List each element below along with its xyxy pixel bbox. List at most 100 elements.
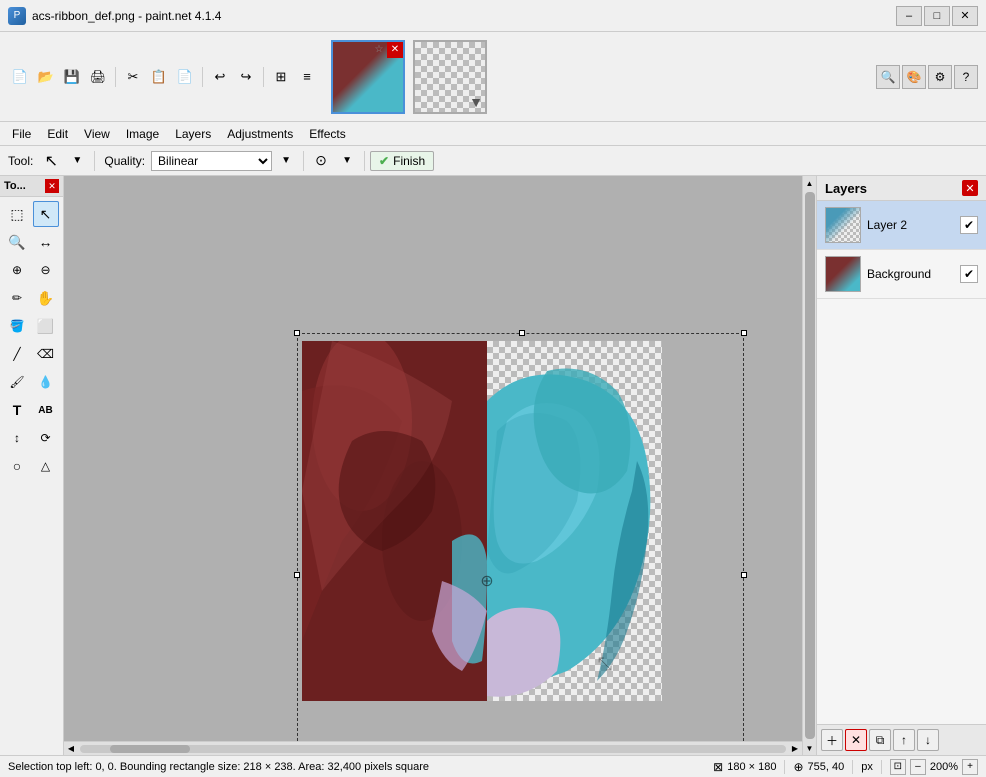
layers-list: Layer 2 ✔ Background ✔	[817, 201, 986, 724]
layer-item-1[interactable]: Background ✔	[817, 250, 986, 299]
toolbar-redo[interactable]: ↪	[234, 65, 258, 89]
ribbon-svg	[487, 341, 662, 701]
layer-name-1: Background	[867, 267, 954, 281]
document-thumbnail[interactable]: ✕ ☆	[331, 40, 405, 114]
zoom-fit-btn[interactable]: ⊡	[890, 759, 906, 775]
menu-view[interactable]: View	[76, 125, 118, 143]
layer-item-0[interactable]: Layer 2 ✔	[817, 201, 986, 250]
horizontal-scrollbar[interactable]: ◀ ▶	[64, 741, 802, 755]
toolbar-more[interactable]: ≡	[295, 65, 319, 89]
tool-pencil[interactable]: ✏	[4, 285, 30, 311]
current-tool-btn[interactable]: ↖	[39, 149, 63, 173]
toolbar-copy[interactable]: 📋	[147, 65, 171, 89]
layer-visibility-1[interactable]: ✔	[960, 265, 978, 283]
toolbar-paste[interactable]: 📄	[173, 65, 197, 89]
tool-zoom[interactable]: 🔍	[4, 229, 30, 255]
tool-move-selection[interactable]: ↕	[4, 425, 30, 451]
menu-effects[interactable]: Effects	[301, 125, 353, 143]
zoom-in-status[interactable]: +	[962, 759, 978, 775]
finish-button[interactable]: ✔ Finish	[370, 151, 434, 171]
document-thumbnail-2[interactable]: ▼	[413, 40, 487, 114]
zoom-controls-btn[interactable]: 🔍	[876, 65, 900, 89]
toolbar-cut[interactable]: ✂	[121, 65, 145, 89]
layers-panel: Layers ✕ Layer 2 ✔ Background ✔ ＋	[816, 176, 986, 755]
thumbnail-bar: 📄 📂 💾 🖨 ✂ 📋 📄 ↩ ↪ ⊞ ≡ ✕ ☆ ▼	[0, 32, 986, 122]
thumbnail-close[interactable]: ✕	[387, 42, 403, 58]
minimize-button[interactable]: –	[896, 6, 922, 26]
tools-close-btn[interactable]: ✕	[45, 179, 59, 193]
toolbar-print[interactable]: 🖨	[86, 65, 110, 89]
menu-file[interactable]: File	[4, 125, 39, 143]
antialiasing-btn[interactable]: ⊙	[309, 149, 333, 173]
handle-tm	[519, 330, 525, 336]
thumbnail-star[interactable]: ☆	[371, 42, 387, 58]
layer-thumb-0	[825, 207, 861, 243]
layer-thumb-1	[825, 256, 861, 292]
duplicate-layer-btn[interactable]: ⧉	[869, 729, 891, 751]
handle-ml	[294, 572, 300, 578]
handle-mr	[741, 572, 747, 578]
tool-clone-stamp[interactable]: ⟳	[33, 425, 59, 451]
app-icon: P	[8, 7, 26, 25]
effects-btn[interactable]: ⚙	[928, 65, 952, 89]
quality-select[interactable]: Bilinear Nearest Neighbor Bicubic	[151, 151, 272, 171]
tool-zoom-in[interactable]: ⊕	[4, 257, 30, 283]
move-center-icon: ⊕	[480, 571, 493, 591]
layer-thumbnail-bg	[826, 257, 860, 291]
maximize-button[interactable]: □	[924, 6, 950, 26]
tool-pan[interactable]: ↔	[33, 229, 59, 255]
canvas-area[interactable]: ⊕ ⤡ ◀ ▶	[64, 176, 802, 755]
menu-adjustments[interactable]: Adjustments	[219, 125, 301, 143]
tool-zoom-out[interactable]: ⊖	[33, 257, 59, 283]
image-size-text: 180 × 180	[727, 761, 776, 773]
scroll-h-thumb[interactable]	[110, 745, 190, 753]
scroll-down-btn[interactable]: ▼	[803, 741, 817, 755]
tool-label: Tool:	[4, 154, 37, 168]
tool-lasso[interactable]: △	[33, 453, 59, 479]
tool-text[interactable]: T	[4, 397, 30, 423]
tool-brush[interactable]: 🖌	[4, 369, 30, 395]
help-btn[interactable]: ?	[954, 65, 978, 89]
menu-image[interactable]: Image	[118, 125, 167, 143]
tool-ellipse[interactable]: ○	[4, 453, 30, 479]
canvas-content: ⊕	[302, 341, 742, 755]
scroll-v-thumb[interactable]	[805, 192, 815, 739]
finish-label: Finish	[393, 154, 425, 168]
artwork-container	[302, 341, 662, 701]
color-btn[interactable]: 🎨	[902, 65, 926, 89]
toolbar-new[interactable]: 📄	[8, 65, 32, 89]
tool-hand[interactable]: ✋	[33, 285, 59, 311]
menu-edit[interactable]: Edit	[39, 125, 76, 143]
aa-dropdown[interactable]: ▼	[335, 149, 359, 173]
scroll-up-btn[interactable]: ▲	[803, 176, 817, 190]
tool-fill[interactable]: 🪣	[4, 313, 30, 339]
tool-dropdown[interactable]: ▼	[65, 149, 89, 173]
handle-tr	[741, 330, 747, 336]
tool-move[interactable]: ↖	[33, 201, 59, 227]
scroll-right-btn[interactable]: ▶	[788, 742, 802, 756]
tool-dropper[interactable]: 💧	[33, 369, 59, 395]
tool-shape[interactable]: ⬜	[33, 313, 59, 339]
vertical-scrollbar[interactable]: ▲ ▼	[802, 176, 816, 755]
tool-eraser[interactable]: ⌫	[33, 341, 59, 367]
layers-close-btn[interactable]: ✕	[962, 180, 978, 196]
move-layer-down-btn[interactable]: ↓	[917, 729, 939, 751]
zoom-out-status[interactable]: –	[910, 759, 926, 775]
tools-header-title: To...	[4, 180, 26, 192]
layer-visibility-0[interactable]: ✔	[960, 216, 978, 234]
toolbar-open[interactable]: 📂	[34, 65, 58, 89]
add-layer-btn[interactable]: ＋	[821, 729, 843, 751]
tool-rectangle-select[interactable]: ⬚	[4, 201, 30, 227]
toolbar-undo[interactable]: ↩	[208, 65, 232, 89]
tool-line[interactable]: ╱	[4, 341, 30, 367]
scroll-left-btn[interactable]: ◀	[64, 742, 78, 756]
delete-layer-btn[interactable]: ✕	[845, 729, 867, 751]
move-layer-up-btn[interactable]: ↑	[893, 729, 915, 751]
close-button[interactable]: ✕	[952, 6, 978, 26]
quality-dropdown[interactable]: ▼	[274, 149, 298, 173]
status-zoom-section: ⊡ – 200% +	[890, 759, 978, 775]
menu-layers[interactable]: Layers	[167, 125, 219, 143]
toolbar-save[interactable]: 💾	[60, 65, 84, 89]
toolbar-grid[interactable]: ⊞	[269, 65, 293, 89]
tool-recolor[interactable]: AB	[33, 397, 59, 423]
